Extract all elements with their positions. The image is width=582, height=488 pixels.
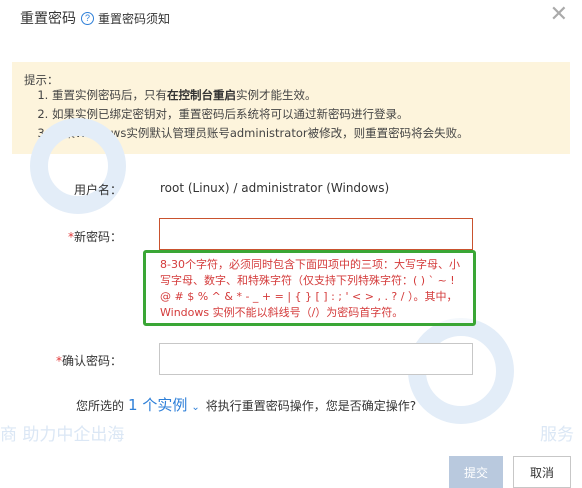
question-icon[interactable]: ?: [81, 11, 94, 25]
username-label: 用户名：: [73, 183, 122, 197]
submit-button[interactable]: 提交: [449, 456, 503, 488]
watermark-text: 商 助力中企出海: [0, 425, 125, 445]
new-password-label: *新密码：: [67, 230, 122, 244]
dialog-header: 重置密码 ? 重置密码须知 ✕: [0, 0, 582, 36]
cancel-button[interactable]: 取消: [513, 456, 571, 488]
tip-item: 重置实例密码后，只有在控制台重启实例才能生效。: [52, 86, 469, 105]
watermark-text: 服务: [540, 425, 574, 445]
dialog-footer: 提交 取消: [0, 448, 582, 488]
dialog-title: 重置密码: [20, 11, 76, 27]
tip-item: 如果实例已绑定密钥对，重置密码后系统将可以通过新密码进行登录。: [52, 105, 469, 124]
chevron-down-icon[interactable]: ⌄: [191, 402, 199, 413]
username-value: root (Linux) / administrator (Windows): [160, 181, 390, 195]
tips-panel: 提示： 重置实例密码后，只有在控制台重启实例才能生效。 如果实例已绑定密钥对，重…: [12, 62, 570, 154]
new-password-input[interactable]: [159, 218, 473, 250]
confirm-message: 您所选的 1 个实例 ⌄ 将执行重置密码操作，您是否确定操作?: [76, 394, 417, 415]
tip-item: 如果Windows实例默认管理员账号administrator被修改，则重置密码…: [52, 124, 469, 143]
instance-count-link[interactable]: 1 个实例: [128, 394, 187, 415]
password-hint-text: 8-30个字符，必须同时包含下面四项中的三项：大写字母、小写字母、数字、和特殊字…: [160, 258, 460, 319]
help-link[interactable]: 重置密码须知: [98, 10, 170, 27]
close-icon[interactable]: ✕: [550, 2, 568, 27]
confirm-password-label: *确认密码：: [55, 354, 122, 368]
confirm-password-input[interactable]: [159, 343, 473, 375]
tips-list: 重置实例密码后，只有在控制台重启实例才能生效。 如果实例已绑定密钥对，重置密码后…: [36, 86, 469, 143]
password-hint-box: 8-30个字符，必须同时包含下面四项中的三项：大写字母、小写字母、数字、和特殊字…: [143, 250, 476, 326]
